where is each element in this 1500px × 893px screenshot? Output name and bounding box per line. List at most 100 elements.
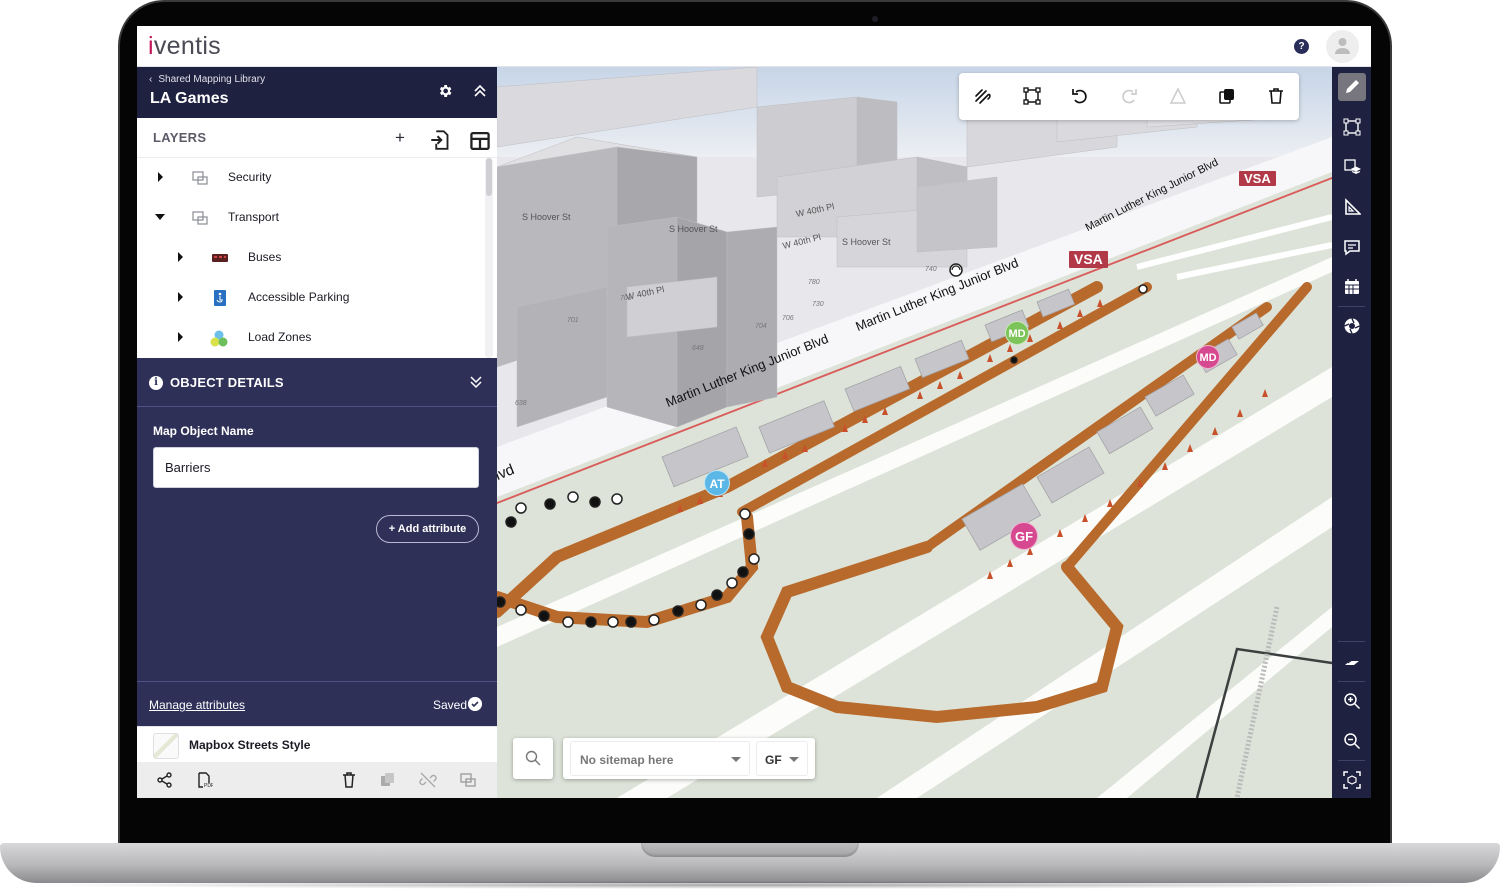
copy-icon[interactable] <box>1217 86 1237 106</box>
calendar-icon <box>1345 279 1359 294</box>
share-icon[interactable] <box>156 771 174 789</box>
bus-icon <box>212 254 228 262</box>
scrollbar-thumb[interactable] <box>486 158 492 196</box>
freehand-draw-icon[interactable] <box>973 86 993 106</box>
schedule-button[interactable] <box>1338 273 1366 301</box>
iventis-logo[interactable]: iventis <box>148 32 221 61</box>
address-number: 638 <box>515 400 527 407</box>
map-pin-gf[interactable]: GF <box>1010 522 1038 550</box>
bottom-toolbar: PDF <box>137 762 497 798</box>
basemap-thumbnail <box>153 733 179 759</box>
map-search-button[interactable] <box>513 738 553 779</box>
object-details-header[interactable]: i OBJECT DETAILS <box>137 358 497 407</box>
street-label: S Hoover St <box>669 224 718 234</box>
pencil-icon <box>1346 80 1359 93</box>
undo-icon[interactable] <box>1070 86 1090 106</box>
address-number: 704 <box>755 323 767 330</box>
edit-vertices-icon[interactable] <box>1022 86 1042 106</box>
rail-divider <box>1338 681 1365 682</box>
breadcrumb[interactable]: ‹ Shared Mapping Library <box>149 74 265 85</box>
caret-right-icon[interactable] <box>158 172 163 182</box>
address-number: 706 <box>782 315 794 322</box>
caret-down-icon[interactable] <box>155 214 165 220</box>
chevron-down-icon <box>789 757 799 762</box>
zoom-out-button[interactable] <box>1338 727 1366 755</box>
delete-icon[interactable] <box>340 771 358 789</box>
left-panel: ‹ Shared Mapping Library LA Games LAYERS … <box>137 67 497 798</box>
map-canvas[interactable]: Martin Luther King Junior Blvd Martin Lu… <box>497 67 1332 798</box>
rail-divider <box>1338 641 1365 642</box>
level-dropdown[interactable]: GF <box>756 741 808 776</box>
map-pin-md[interactable]: MD <box>1196 345 1220 369</box>
settings-gear-icon[interactable] <box>437 83 453 99</box>
sitemap-dropdown[interactable]: No sitemap here <box>570 741 750 776</box>
map-pitch-button[interactable] <box>1338 648 1366 676</box>
user-avatar[interactable] <box>1326 30 1359 63</box>
address-number: 648 <box>692 345 704 352</box>
zone-label-vsa[interactable]: VSA <box>1069 251 1108 268</box>
drawing-toolbar <box>959 73 1299 120</box>
measure-button[interactable] <box>1338 193 1366 221</box>
aperture-icon <box>1344 318 1360 334</box>
map-pin-at[interactable]: AT <box>704 470 730 496</box>
layer-group-icon <box>460 773 476 787</box>
double-chevron-up-icon[interactable] <box>473 83 487 99</box>
add-attribute-button[interactable]: + Add attribute <box>376 515 479 543</box>
project-header: ‹ Shared Mapping Library LA Games <box>137 67 497 118</box>
duplicate-icon <box>381 773 394 786</box>
comment-icon <box>1344 240 1360 256</box>
save-status: Saved <box>433 698 468 712</box>
help-icon[interactable]: ? <box>1294 39 1309 54</box>
app-screen: iventis ? ‹ Shared Mapping Library LA Gam… <box>137 26 1371 798</box>
camera <box>872 16 878 22</box>
3d-cube-frame-icon <box>1343 771 1361 789</box>
load-zones-icon <box>210 330 228 347</box>
user-icon <box>1335 38 1350 54</box>
address-number: 703 <box>620 295 632 302</box>
chevron-left-icon: ‹ <box>149 74 153 85</box>
select-layers-button[interactable] <box>1338 153 1366 181</box>
layer-group-icon <box>192 171 208 185</box>
redo-icon <box>1122 89 1137 104</box>
caret-right-icon[interactable] <box>178 332 183 342</box>
zoom-out-icon <box>1344 733 1361 750</box>
export-pdf-icon[interactable]: PDF <box>195 771 213 789</box>
layers-header: LAYERS + <box>137 118 497 158</box>
layer-row-security[interactable]: Security <box>137 158 487 198</box>
manage-attributes-link[interactable]: Manage attributes <box>149 698 245 712</box>
zone-label-vsa[interactable]: VSA <box>1239 171 1276 186</box>
select-area-button[interactable] <box>1338 113 1366 141</box>
capture-button[interactable] <box>1338 312 1366 340</box>
pitch-icon <box>1345 660 1359 665</box>
layer-row-transport[interactable]: Transport <box>137 198 487 238</box>
layer-row-accessible-parking[interactable]: Accessible Parking <box>137 278 487 318</box>
measure-angle-icon <box>1169 87 1187 104</box>
map-object-name-input[interactable] <box>153 447 479 488</box>
add-layer-button[interactable]: + <box>390 128 410 148</box>
accessible-parking-icon <box>214 290 226 306</box>
3d-view-button[interactable] <box>1338 766 1366 794</box>
caret-right-icon[interactable] <box>178 292 183 302</box>
layer-row-load-zones[interactable]: Load Zones <box>137 318 487 358</box>
double-chevron-down-icon[interactable] <box>469 374 483 390</box>
laptop-shadow <box>20 881 1480 889</box>
table-view-icon[interactable] <box>470 131 490 151</box>
comments-button[interactable] <box>1338 233 1366 261</box>
project-title: LA Games <box>150 90 229 107</box>
zoom-in-icon <box>1344 693 1361 710</box>
draw-tool-button[interactable] <box>1338 73 1366 101</box>
zoom-in-button[interactable] <box>1338 687 1366 715</box>
address-number: 740 <box>925 266 937 273</box>
layer-list: Security Transport Buses Accessible Park… <box>137 158 497 358</box>
import-layer-icon[interactable] <box>430 130 450 150</box>
basemap-selector[interactable]: Mapbox Streets Style <box>137 726 497 762</box>
layer-list-scrollbar[interactable] <box>485 158 493 358</box>
check-circle-icon <box>468 697 482 711</box>
delete-icon[interactable] <box>1266 86 1286 106</box>
layer-row-buses[interactable]: Buses <box>137 238 487 278</box>
caret-right-icon[interactable] <box>178 252 183 262</box>
rail-divider <box>1338 306 1365 307</box>
map-pin-md[interactable]: MD <box>1005 321 1029 345</box>
svg-text:PDF: PDF <box>204 783 213 789</box>
map-object-name-label: Map Object Name <box>153 424 254 438</box>
